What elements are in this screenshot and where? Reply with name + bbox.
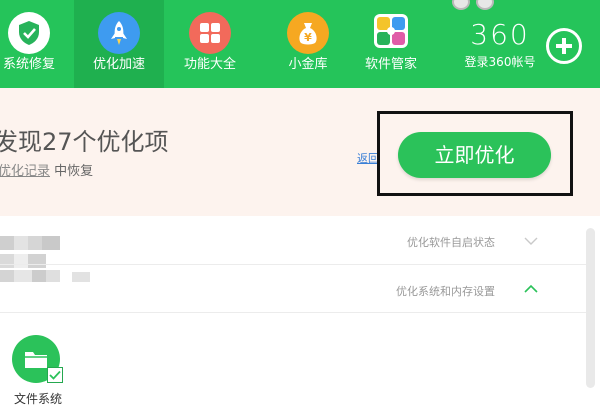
nav-item-optimize-speedup[interactable]: 优化加速	[74, 0, 164, 88]
blurred-content	[14, 270, 32, 282]
row-divider	[0, 312, 590, 313]
blurred-content	[0, 236, 14, 250]
nav-label: 优化加速	[92, 57, 145, 72]
money-bag-icon: ¥	[287, 12, 329, 54]
top-toolbar: 系统修复 优化加速 功能大全 ¥ 小金库 软件管家 360 登录360帐号	[0, 0, 600, 88]
nav-label: 功能大全	[183, 57, 236, 72]
software-manager-icon	[374, 14, 408, 48]
vertical-scrollbar[interactable]	[586, 228, 595, 388]
nav-label: 软件管家	[364, 57, 417, 72]
file-system-checkbox[interactable]	[47, 367, 63, 383]
nav-item-all-features[interactable]: 功能大全	[165, 0, 255, 88]
blurred-content	[72, 272, 90, 282]
window-control-icon[interactable]	[452, 0, 470, 10]
add-plus-icon[interactable]	[546, 28, 582, 64]
blurred-content	[0, 270, 14, 282]
nav-item-system-repair[interactable]: 系统修复	[0, 0, 74, 88]
blurred-content	[32, 270, 46, 282]
checkmark-icon	[49, 370, 61, 380]
back-link[interactable]: 返回	[357, 150, 379, 166]
blurred-content	[14, 236, 28, 250]
login-link[interactable]: 登录360帐号	[455, 54, 545, 70]
restore-hint: 优化记录 中恢复	[0, 160, 93, 179]
shield-icon	[8, 12, 50, 54]
grid-icon	[189, 12, 231, 54]
window-control-icon[interactable]	[476, 0, 494, 10]
file-system-label: 文件系统	[14, 392, 63, 406]
nav-item-small-treasury[interactable]: ¥ 小金库	[263, 0, 353, 88]
blurred-content	[28, 236, 42, 250]
blurred-content	[14, 254, 28, 268]
chevron-down-icon[interactable]	[524, 236, 538, 246]
brand-logo: 360	[470, 18, 530, 51]
account-area[interactable]: 360 登录360帐号	[455, 20, 545, 70]
category-startup-label[interactable]: 优化软件自启状态	[407, 234, 495, 250]
rocket-icon	[98, 12, 140, 54]
restore-suffix: 中恢复	[54, 164, 94, 179]
blurred-content	[46, 270, 60, 282]
blurred-content	[0, 254, 14, 268]
row-divider	[0, 264, 590, 265]
nav-label: 小金库	[288, 57, 328, 72]
blurred-content	[28, 254, 46, 268]
restore-history-link[interactable]: 优化记录	[0, 164, 50, 179]
nav-label: 系统修复	[2, 57, 55, 72]
annotation-highlight-box	[377, 111, 573, 196]
category-system-memory-label[interactable]: 优化系统和内存设置	[396, 283, 495, 299]
nav-item-software-manager[interactable]: 软件管家	[346, 0, 436, 88]
optimization-list	[0, 216, 600, 400]
svg-text:¥: ¥	[304, 31, 312, 44]
page-title: 发现27个优化项	[0, 128, 169, 156]
chevron-up-icon[interactable]	[524, 284, 538, 294]
blurred-content	[42, 236, 60, 250]
